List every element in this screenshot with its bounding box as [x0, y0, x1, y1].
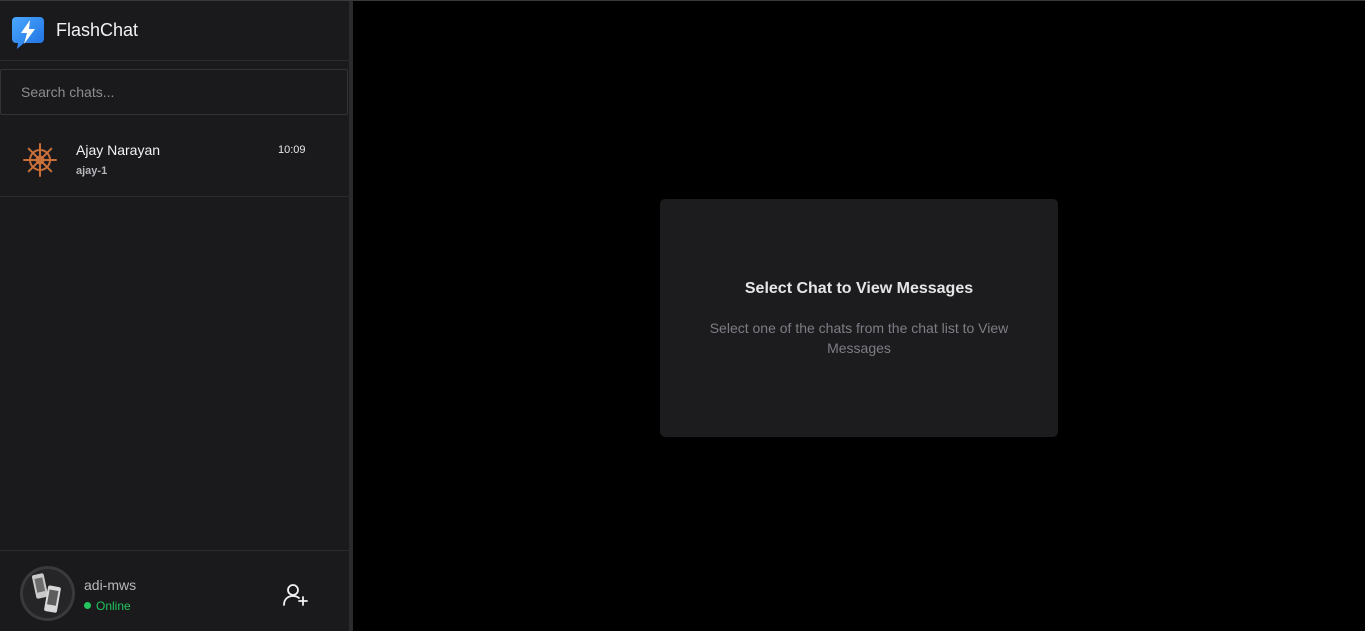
chat-panel: Select Chat to View Messages Select one …	[353, 1, 1365, 631]
app-root: FlashChat Ajay Narayan ajay-1 10:09	[0, 0, 1365, 631]
add-user-icon	[283, 584, 308, 606]
search-input[interactable]	[0, 69, 348, 115]
empty-state-description: Select one of the chats from the chat li…	[709, 320, 1009, 356]
add-user-button[interactable]	[282, 582, 310, 608]
user-photo-icon	[20, 566, 75, 621]
current-user-bar: adi-mws Online	[0, 550, 349, 631]
brand-header: FlashChat	[0, 1, 349, 61]
empty-state-title: Select Chat to View Messages	[744, 280, 974, 297]
app-name: FlashChat	[56, 20, 139, 40]
avatar[interactable]	[20, 566, 75, 621]
chat-subtitle: ajay-1	[76, 165, 108, 177]
ship-wheel-icon	[23, 143, 57, 177]
chat-list-item[interactable]: Ajay Narayan ajay-1 10:09	[0, 123, 349, 197]
status-label: Online	[96, 599, 131, 613]
sidebar: FlashChat Ajay Narayan ajay-1 10:09	[0, 1, 349, 631]
empty-state-card: Select Chat to View Messages Select one …	[660, 199, 1058, 437]
status-badge: Online	[84, 599, 131, 613]
online-dot-icon	[84, 602, 91, 609]
current-username: adi-mws	[84, 577, 137, 593]
chat-timestamp: 10:09	[278, 144, 306, 156]
chat-name: Ajay Narayan	[76, 142, 161, 158]
flash-logo-icon	[12, 17, 44, 49]
